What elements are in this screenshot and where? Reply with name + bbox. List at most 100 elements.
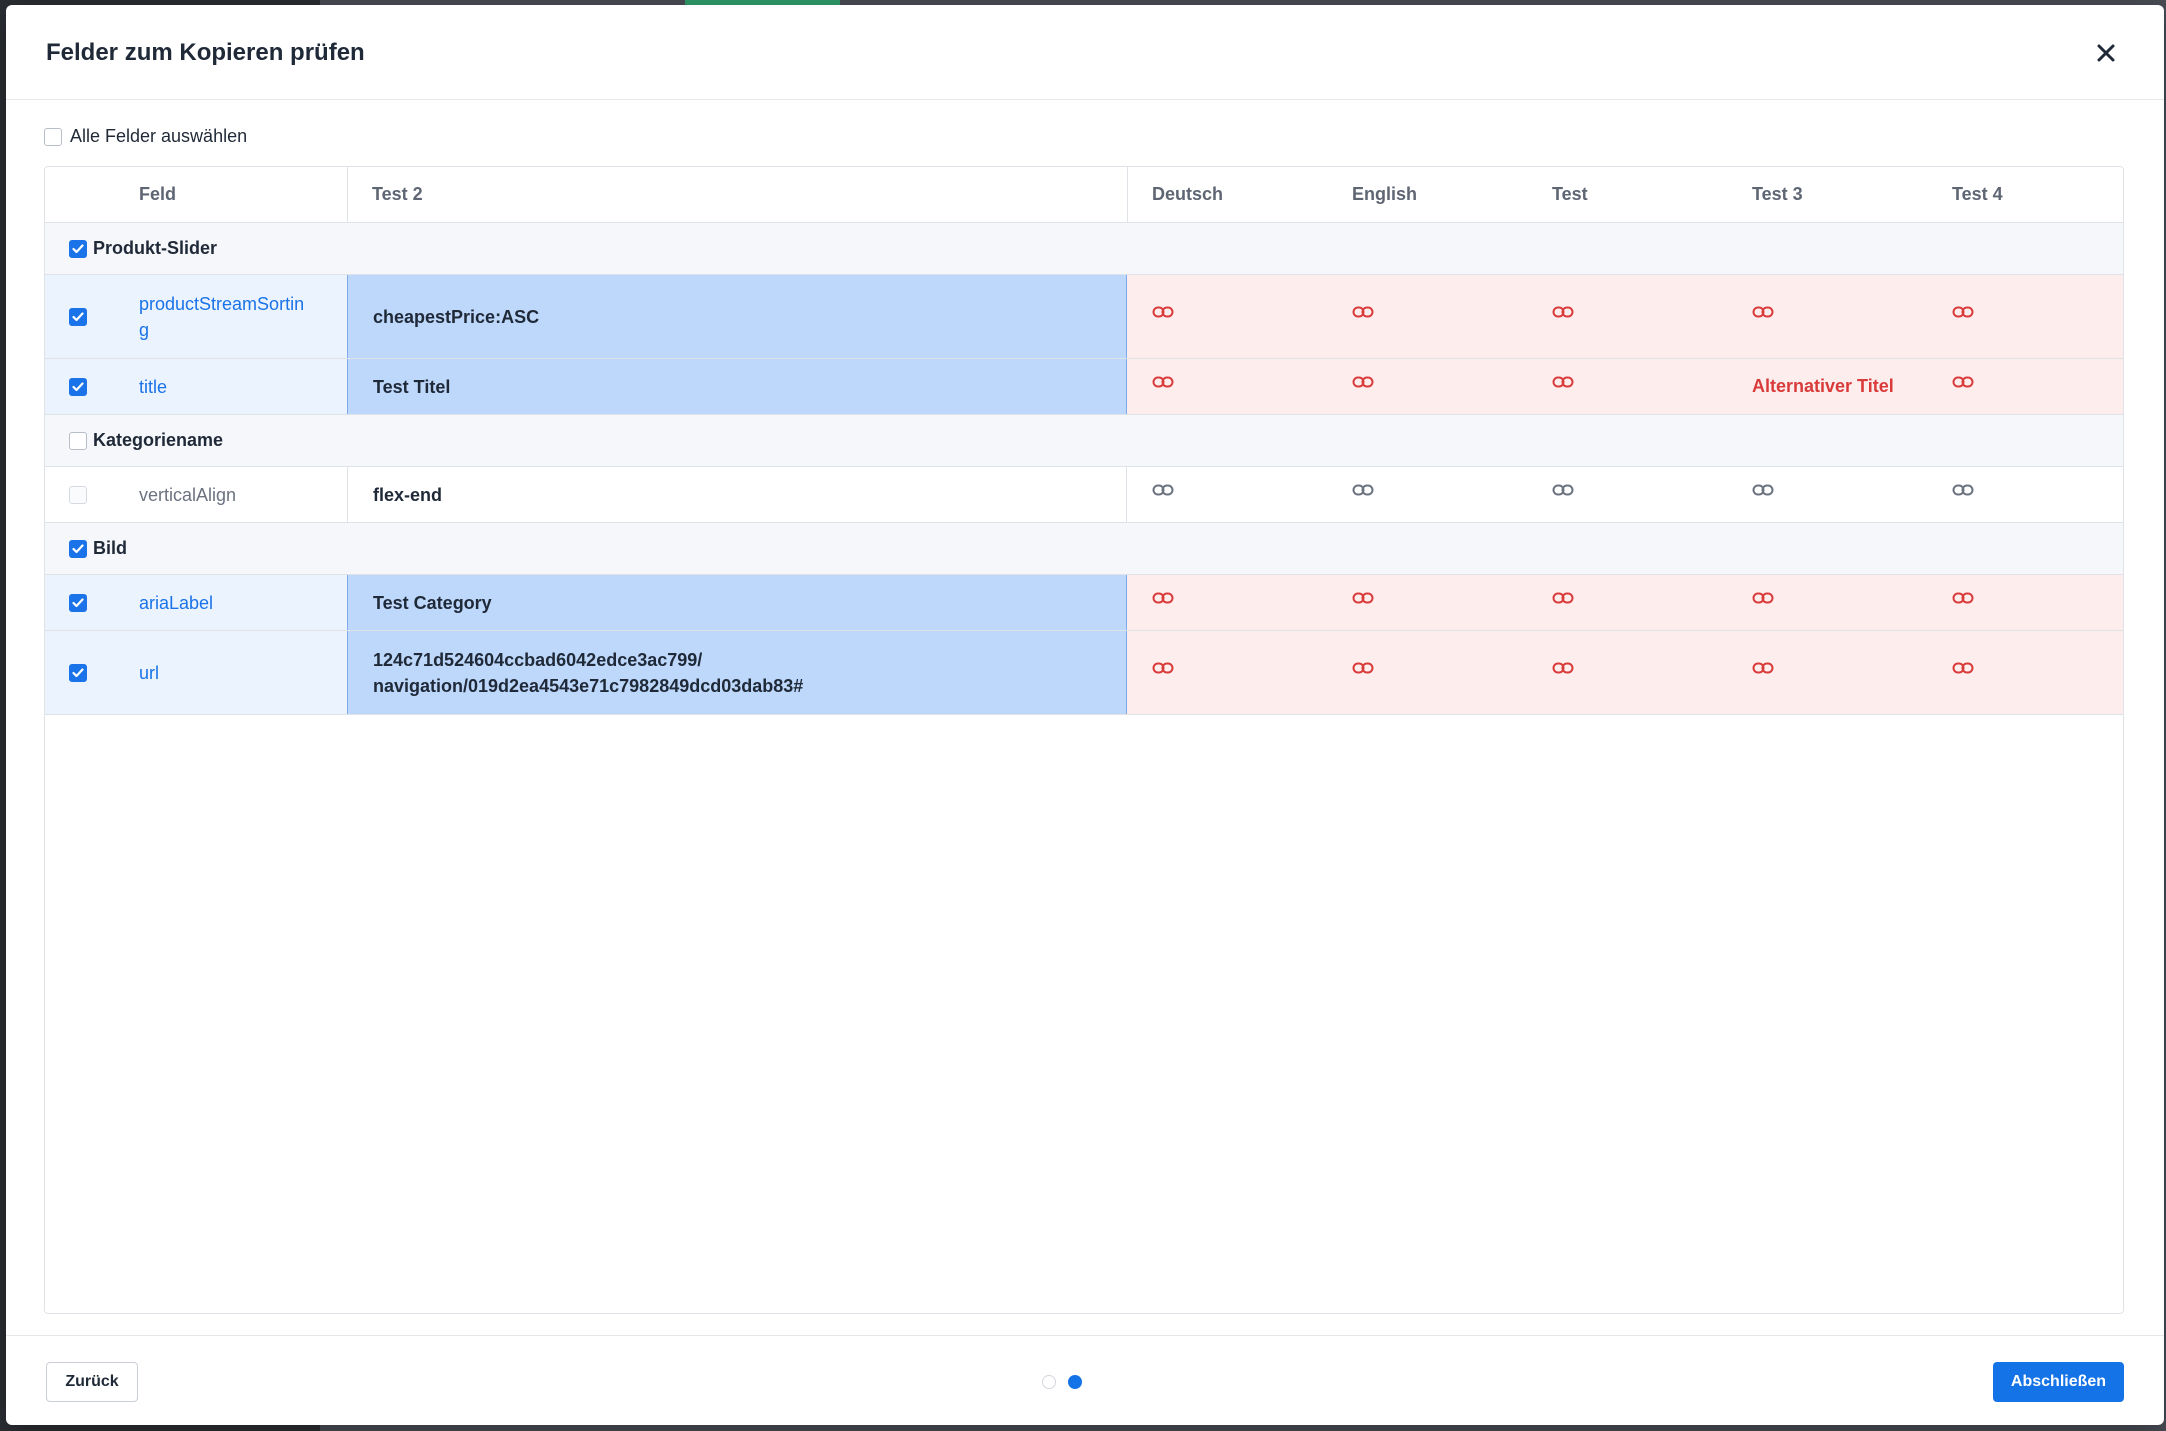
review-fields-dialog: Felder zum Kopieren prüfen Alle Felder a… xyxy=(6,5,2164,1425)
language-cells-area xyxy=(1127,359,2123,414)
row-checkbox[interactable] xyxy=(69,485,87,504)
column-header-language: Test 4 xyxy=(1952,184,2003,204)
link-icon[interactable] xyxy=(1552,484,1574,506)
group-cell[interactable]: Bild xyxy=(69,523,127,574)
link-icon[interactable] xyxy=(1352,484,1374,506)
row-checkbox-cell[interactable] xyxy=(69,359,87,414)
link-icon[interactable] xyxy=(1752,662,1774,684)
link-icon[interactable] xyxy=(1152,662,1174,684)
link-icon[interactable] xyxy=(1152,376,1174,398)
close-button[interactable] xyxy=(2088,35,2124,71)
language-cell[interactable] xyxy=(1552,575,1574,630)
language-cell[interactable] xyxy=(1352,359,1374,414)
link-icon[interactable] xyxy=(1552,306,1574,328)
source-value-cell: 124c71d524604ccbad6042edce3ac799/ naviga… xyxy=(347,631,1127,714)
column-header-field: Feld xyxy=(139,184,177,204)
group-row: Bild xyxy=(45,523,2123,575)
column-divider xyxy=(347,167,348,223)
step-dot xyxy=(1042,1375,1056,1389)
language-cell[interactable] xyxy=(1152,275,1174,358)
link-icon[interactable] xyxy=(1752,592,1774,614)
language-cell[interactable] xyxy=(1352,467,1374,522)
table-row: ariaLabel Test Category xyxy=(45,575,2123,631)
link-icon[interactable] xyxy=(1352,662,1374,684)
language-cell[interactable] xyxy=(1352,575,1374,630)
language-cell[interactable] xyxy=(1952,359,1974,414)
dialog-title: Felder zum Kopieren prüfen xyxy=(46,39,365,66)
table-row: verticalAlign flex-end xyxy=(45,467,2123,523)
select-all-fields[interactable]: Alle Felder auswählen xyxy=(44,126,247,147)
language-cells-area xyxy=(1127,631,2123,714)
group-checkbox[interactable] xyxy=(69,239,87,258)
link-icon[interactable] xyxy=(1552,592,1574,614)
language-cell[interactable] xyxy=(1352,275,1374,358)
language-cell[interactable] xyxy=(1952,575,1974,630)
language-cell[interactable] xyxy=(1952,467,1974,522)
row-checkbox[interactable] xyxy=(69,663,87,682)
link-icon[interactable] xyxy=(1152,306,1174,328)
column-header-language: English xyxy=(1352,184,1418,204)
field-name: verticalAlign xyxy=(139,484,237,505)
step-dot xyxy=(1068,1375,1082,1389)
language-cell[interactable] xyxy=(1752,631,1774,714)
link-icon[interactable] xyxy=(1152,484,1174,506)
language-cells-area xyxy=(1127,467,2123,522)
language-cell[interactable] xyxy=(1752,575,1774,630)
link-icon[interactable] xyxy=(1952,484,1974,506)
language-cell[interactable] xyxy=(1752,275,1774,358)
link-icon[interactable] xyxy=(1352,306,1374,328)
link-icon[interactable] xyxy=(1552,376,1574,398)
language-cell[interactable] xyxy=(1152,467,1174,522)
row-checkbox[interactable] xyxy=(69,307,87,326)
link-icon[interactable] xyxy=(1952,662,1974,684)
row-checkbox-cell[interactable] xyxy=(69,575,87,630)
link-icon[interactable] xyxy=(1752,306,1774,328)
language-cells-area xyxy=(1127,275,2123,358)
row-checkbox[interactable] xyxy=(69,377,87,396)
finish-button[interactable]: Abschließen xyxy=(1993,1362,2124,1402)
field-name-cell: title xyxy=(139,359,327,414)
link-icon[interactable] xyxy=(1952,592,1974,614)
row-checkbox-cell[interactable] xyxy=(69,631,87,714)
language-cell[interactable] xyxy=(1752,467,1774,522)
source-value: flex-end xyxy=(373,484,443,505)
source-value: Test Titel xyxy=(373,376,451,397)
language-cell[interactable] xyxy=(1552,467,1574,522)
group-cell[interactable]: Produkt-Slider xyxy=(69,223,217,274)
language-cell[interactable] xyxy=(1352,631,1374,714)
table-row: title Test Titel Alternativer Titel xyxy=(45,359,2123,415)
link-icon[interactable] xyxy=(1152,592,1174,614)
group-checkbox[interactable] xyxy=(69,431,87,450)
link-icon[interactable] xyxy=(1352,592,1374,614)
link-icon[interactable] xyxy=(1352,376,1374,398)
step-indicator xyxy=(1042,1375,1082,1389)
row-checkbox-cell[interactable] xyxy=(69,275,87,358)
language-cell[interactable] xyxy=(1152,575,1174,630)
group-checkbox[interactable] xyxy=(69,539,87,558)
back-button[interactable]: Zurück xyxy=(46,1362,138,1402)
group-label: Bild xyxy=(93,538,127,558)
language-cell[interactable] xyxy=(1152,631,1174,714)
column-header-language: Test 3 xyxy=(1752,184,1803,204)
link-icon[interactable] xyxy=(1552,662,1574,684)
group-cell[interactable]: Kategoriename xyxy=(69,415,223,466)
table-row: url 124c71d524604ccbad6042edce3ac799/ nav… xyxy=(45,631,2123,715)
link-icon[interactable] xyxy=(1952,376,1974,398)
row-checkbox-cell[interactable] xyxy=(69,467,87,522)
group-label: Produkt-Slider xyxy=(93,238,218,258)
field-name: ariaLabel xyxy=(139,592,214,613)
language-cell[interactable] xyxy=(1552,359,1574,414)
language-cell[interactable] xyxy=(1552,631,1574,714)
select-all-checkbox[interactable] xyxy=(44,127,62,146)
link-icon[interactable] xyxy=(1752,484,1774,506)
group-row: Produkt-Slider xyxy=(45,223,2123,275)
language-cell: Alternativer Titel xyxy=(1752,359,1894,414)
field-name: title xyxy=(139,376,168,397)
language-cell[interactable] xyxy=(1952,631,1974,714)
language-cell[interactable] xyxy=(1152,359,1174,414)
language-cell[interactable] xyxy=(1952,275,1974,358)
language-cell[interactable] xyxy=(1552,275,1574,358)
link-icon[interactable] xyxy=(1952,306,1974,328)
dialog-footer: Zurück Abschließen xyxy=(6,1335,2164,1425)
row-checkbox[interactable] xyxy=(69,593,87,612)
